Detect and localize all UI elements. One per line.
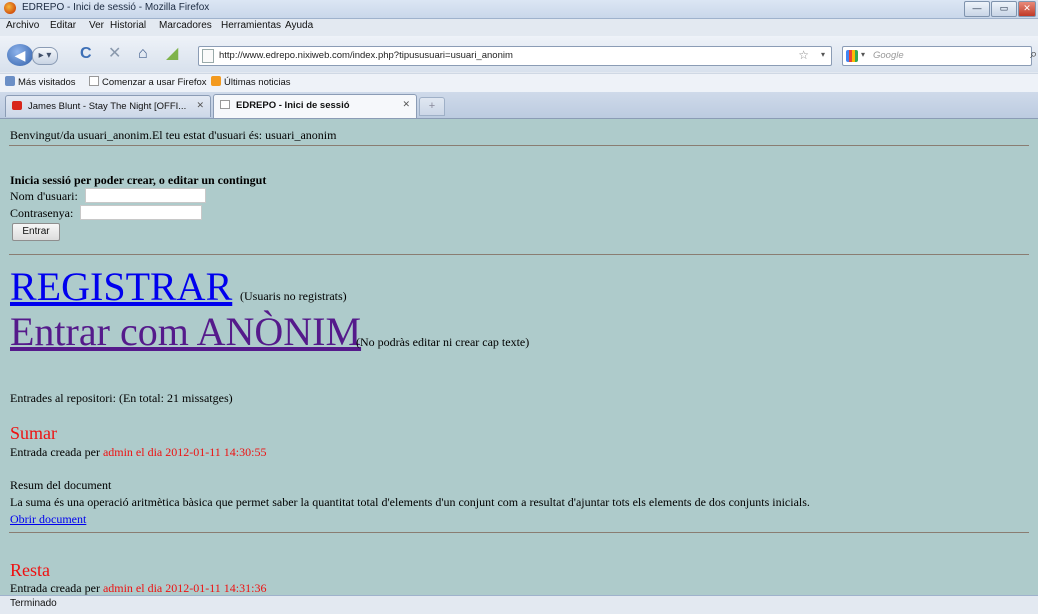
menu-ver[interactable]: Ver xyxy=(89,20,104,31)
minimize-button[interactable]: — xyxy=(964,1,990,17)
entry-meta: Entrada creada per admin el dia 2012-01-… xyxy=(10,445,266,460)
created-by-text: Entrada creada per xyxy=(10,581,100,595)
tab-close-icon[interactable]: ✕ xyxy=(196,100,204,111)
tab-close-icon[interactable]: ✕ xyxy=(402,99,410,110)
page-icon xyxy=(220,100,230,109)
navigation-toolbar: ◀ ▸ ▾ C ✕ ⌂ ◢ http://www.edrepo.nixiweb.… xyxy=(0,36,1038,72)
menu-editar[interactable]: Editar xyxy=(50,20,76,31)
window-title: EDREPO - Inici de sessió - Mozilla Firef… xyxy=(22,2,210,13)
divider xyxy=(9,532,1029,533)
page-icon xyxy=(202,49,214,63)
login-heading: Inicia sessió per poder crear, o editar … xyxy=(10,173,267,187)
search-icon[interactable]: ⌕ xyxy=(1030,46,1037,62)
search-engine-dropdown-icon[interactable]: ▾ xyxy=(861,50,865,59)
menu-historial[interactable]: Historial xyxy=(110,20,146,31)
entries-count: Entrades al repositori: (En total: 21 mi… xyxy=(10,391,233,405)
bookmarks-toolbar: Más visitados Comenzar a usar Firefox Úl… xyxy=(0,73,1038,92)
tab-edrepo[interactable]: EDREPO - Inici de sessió ✕ xyxy=(213,94,417,118)
password-label: Contrasenya: xyxy=(10,206,74,220)
divider xyxy=(9,254,1029,255)
bookmark-mas-visitados[interactable]: Más visitados xyxy=(5,76,76,88)
search-input[interactable]: Google xyxy=(873,50,904,61)
status-text: Terminado xyxy=(10,598,57,609)
created-by-text: Entrada creada per xyxy=(10,445,100,459)
bookmark-comenzar-firefox[interactable]: Comenzar a usar Firefox xyxy=(89,76,207,88)
divider xyxy=(9,145,1029,146)
entry-meta: Entrada creada per admin el dia 2012-01-… xyxy=(10,581,266,595)
url-text[interactable]: http://www.edrepo.nixiweb.com/index.php?… xyxy=(219,50,513,61)
username-input[interactable] xyxy=(85,188,206,203)
summary-label: Resum del document xyxy=(10,478,112,492)
bookmark-ultimas-noticias[interactable]: Últimas noticias xyxy=(211,76,291,88)
password-input[interactable] xyxy=(80,205,202,220)
entry-summary: La suma és una operació aritmètica bàsic… xyxy=(10,495,810,509)
menu-herramientas[interactable]: Herramientas xyxy=(221,20,281,31)
author-date: admin el dia 2012-01-11 14:30:55 xyxy=(102,445,267,459)
back-arrow-icon[interactable]: ◀ xyxy=(7,44,33,66)
menu-bar: Archivo Editar Ver Historial Marcadores … xyxy=(0,19,1038,35)
most-visited-icon xyxy=(5,76,15,86)
register-link[interactable]: REGISTRAR xyxy=(10,267,232,307)
browser-chrome: EDREPO - Inici de sessió - Mozilla Firef… xyxy=(0,0,1038,121)
google-engine-icon[interactable] xyxy=(846,50,858,62)
close-window-button[interactable]: ✕ xyxy=(1018,1,1036,17)
open-document-link[interactable]: Obrir document xyxy=(10,512,86,527)
url-bar[interactable]: http://www.edrepo.nixiweb.com/index.php?… xyxy=(198,46,832,66)
star-bookmark-icon[interactable]: ☆ xyxy=(798,48,809,62)
tab-strip: James Blunt - Stay The Night [OFFI... ✕ … xyxy=(0,92,1038,119)
anonymous-note: (No podràs editar ni crear cap texte) xyxy=(356,335,530,349)
menu-ayuda[interactable]: Ayuda xyxy=(285,20,313,31)
feed-logo-icon[interactable]: ◢ xyxy=(166,45,178,63)
rss-feed-icon xyxy=(211,76,221,86)
entry-title: Sumar xyxy=(10,423,57,443)
welcome-text: Benvingut/da usuari_anonim.El teu estat … xyxy=(10,128,337,142)
firefox-logo-icon xyxy=(4,2,16,14)
tab-james-blunt[interactable]: James Blunt - Stay The Night [OFFI... ✕ xyxy=(5,95,211,117)
page-icon xyxy=(89,76,99,86)
title-bar: EDREPO - Inici de sessió - Mozilla Firef… xyxy=(0,0,1038,19)
menu-marcadores[interactable]: Marcadores xyxy=(159,20,212,31)
home-icon[interactable]: ⌂ xyxy=(138,45,148,63)
new-tab-icon[interactable]: + xyxy=(419,97,445,116)
entry-title: Resta xyxy=(10,560,50,580)
page-content: Benvingut/da usuari_anonim.El teu estat … xyxy=(0,119,1038,595)
login-button[interactable]: Entrar xyxy=(12,223,60,241)
forward-arrow-icon[interactable]: ▸ ▾ xyxy=(32,47,58,65)
stop-icon[interactable]: ✕ xyxy=(108,45,121,63)
menu-archivo[interactable]: Archivo xyxy=(6,20,39,31)
author-date: admin el dia 2012-01-11 14:31:36 xyxy=(102,581,267,595)
register-note: (Usuaris no registrats) xyxy=(240,289,347,303)
search-bar[interactable]: ▾ Google xyxy=(842,46,1032,66)
youtube-icon xyxy=(12,101,22,110)
username-label: Nom d'usuari: xyxy=(10,189,78,203)
window-controls: — ▭ ✕ xyxy=(964,1,1036,17)
maximize-button[interactable]: ▭ xyxy=(991,1,1017,17)
url-dropdown-icon[interactable]: ▾ xyxy=(821,50,825,59)
status-bar: Terminado xyxy=(0,595,1038,614)
reload-icon[interactable]: C xyxy=(80,45,92,63)
anonymous-login-link[interactable]: Entrar com ANÒNIM xyxy=(10,312,361,352)
